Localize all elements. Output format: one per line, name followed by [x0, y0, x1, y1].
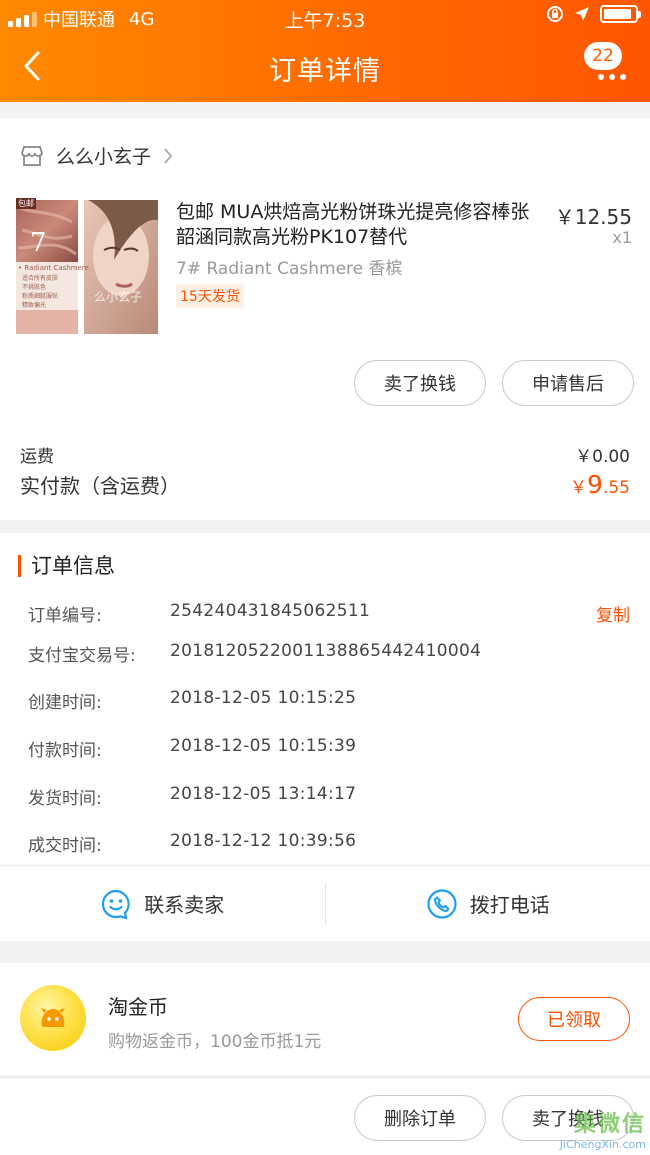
- thumb-watermark: 么小玄子: [94, 290, 143, 304]
- site-watermark: 集微信 JiChengXin.com: [560, 1106, 646, 1151]
- phone-icon: [427, 888, 457, 919]
- contact-actions: 联系卖家 拨打电话: [0, 865, 650, 941]
- order-info-card: 订单信息 复制 订单编号: 254240431845062511 支付宝交易号:…: [0, 533, 650, 941]
- order-info-title: 订单信息: [18, 555, 115, 577]
- bottom-action-bar: 删除订单 卖了换钱 集微信 JiChengXin.com: [0, 1077, 650, 1155]
- orientation-lock-icon: [547, 6, 563, 22]
- paid-amount-row: 实付款（含运费） ￥9.55: [20, 470, 630, 499]
- thumb-note: 不挑肤色: [22, 284, 47, 291]
- shop-link[interactable]: 么么小玄子: [20, 142, 173, 169]
- thumb-notes: 适合所有皮肤 不挑肤色 粉质细腻服帖 精致偏光: [22, 274, 58, 310]
- thumb-ribbon: 包邮: [16, 198, 36, 209]
- currency-symbol: ￥: [570, 478, 588, 498]
- call-phone-button[interactable]: 拨打电话: [326, 866, 650, 941]
- thumb-shade-name: • Radiant Cashmere: [18, 264, 89, 272]
- product-title[interactable]: 包邮 MUA烘焙高光粉饼珠光提亮修容棒张韶涵同款高光粉PK107替代: [176, 200, 546, 250]
- shipping-fee-value: ￥0.00: [575, 447, 630, 467]
- paid-time-row: 付款时间: 2018-12-05 10:15:39: [28, 736, 630, 761]
- call-phone-label: 拨打电话: [469, 893, 550, 917]
- paid-amount-label: 实付款（含运费）: [20, 474, 180, 498]
- product-quantity: x1: [612, 228, 632, 247]
- nav-bar: 订单详情 22: [0, 34, 650, 100]
- more-menu-button[interactable]: 22: [584, 42, 632, 84]
- page-title: 订单详情: [269, 56, 381, 87]
- shop-name: 么么小玄子: [56, 146, 152, 168]
- thumb-number: 7: [30, 228, 47, 258]
- info-value: 2018-12-05 10:15:39: [170, 736, 357, 756]
- taobao-coins-card: 淘金币 购物返金币，100金币抵1元 已领取: [0, 963, 650, 1075]
- status-bar: 中国联通 4G 上午7:53: [0, 0, 650, 34]
- contact-seller-button[interactable]: 联系卖家: [0, 866, 325, 941]
- paid-amount-decimal: .55: [602, 478, 630, 498]
- paid-amount-value: ￥9.55: [570, 470, 630, 499]
- location-icon: [575, 7, 589, 21]
- info-label: 付款时间:: [28, 741, 102, 761]
- info-value: 2018-12-05 10:15:25: [170, 688, 357, 708]
- order-number-row: 订单编号: 254240431845062511: [28, 601, 630, 626]
- product-thumbnail[interactable]: 包邮 7 • Radiant Cashmere 适合所有皮肤 不挑肤色 粉质细腻…: [16, 198, 158, 334]
- product-sku: 7# Radiant Cashmere 香槟: [176, 259, 403, 279]
- order-item-card: 么么小玄子 包邮 7 • Radiant Cashmere 适合所有皮肤 不挑肤…: [0, 118, 650, 520]
- thumb-note: 适合所有皮肤: [22, 275, 59, 282]
- delete-order-button[interactable]: 删除订单: [354, 1095, 486, 1141]
- coin-icon: [20, 985, 86, 1051]
- coins-title: 淘金币: [108, 995, 168, 1019]
- contact-seller-label: 联系卖家: [144, 893, 225, 917]
- thumb-note: 精致偏光: [22, 302, 47, 309]
- coin-face-icon: [41, 1008, 65, 1027]
- battery-icon: [600, 5, 641, 23]
- sell-for-cash-button[interactable]: 卖了换钱: [354, 360, 486, 406]
- shipped-time-row: 发货时间: 2018-12-05 13:14:17: [28, 784, 630, 809]
- shipping-time-tag: 15天发货: [176, 284, 244, 308]
- coins-subtitle: 购物返金币，100金币抵1元: [108, 1032, 322, 1052]
- product-price: ￥12.55: [554, 205, 632, 229]
- info-label: 创建时间:: [28, 693, 102, 713]
- watermark-domain: JiChengXin.com: [559, 1138, 646, 1151]
- status-right: [546, 5, 641, 23]
- info-value: 254240431845062511: [170, 601, 371, 621]
- thumb-note: 粉质细腻服帖: [22, 293, 59, 300]
- chat-smile-icon: [102, 889, 130, 920]
- shipping-fee-label: 运费: [20, 447, 54, 467]
- created-time-row: 创建时间: 2018-12-05 10:15:25: [28, 688, 630, 713]
- info-value: 2018-12-12 10:39:56: [170, 831, 357, 851]
- info-value: 2018120522001138865442410004: [170, 641, 482, 661]
- more-dots-icon: [598, 74, 626, 80]
- paid-amount-integer: 9: [587, 470, 603, 499]
- info-value: 2018-12-05 13:14:17: [170, 784, 357, 804]
- app-header: 中国联通 4G 上午7:53 订单详情 22: [0, 0, 650, 102]
- info-label: 成交时间:: [28, 836, 102, 856]
- completed-time-row: 成交时间: 2018-12-12 10:39:56: [28, 831, 630, 856]
- coins-claimed-button[interactable]: 已领取: [518, 997, 630, 1041]
- info-label: 订单编号:: [28, 606, 102, 626]
- shipping-fee-row: 运费 ￥0.00: [20, 442, 630, 467]
- message-count-badge: 22: [584, 42, 622, 70]
- info-label: 发货时间:: [28, 789, 102, 809]
- info-label: 支付宝交易号:: [28, 646, 136, 666]
- apply-after-sale-button[interactable]: 申请售后: [502, 360, 634, 406]
- chevron-right-icon: [164, 147, 173, 164]
- shop-icon: [21, 145, 43, 166]
- alipay-trade-row: 支付宝交易号: 2018120522001138865442410004: [28, 641, 630, 666]
- watermark-text: 集微信: [573, 1112, 646, 1137]
